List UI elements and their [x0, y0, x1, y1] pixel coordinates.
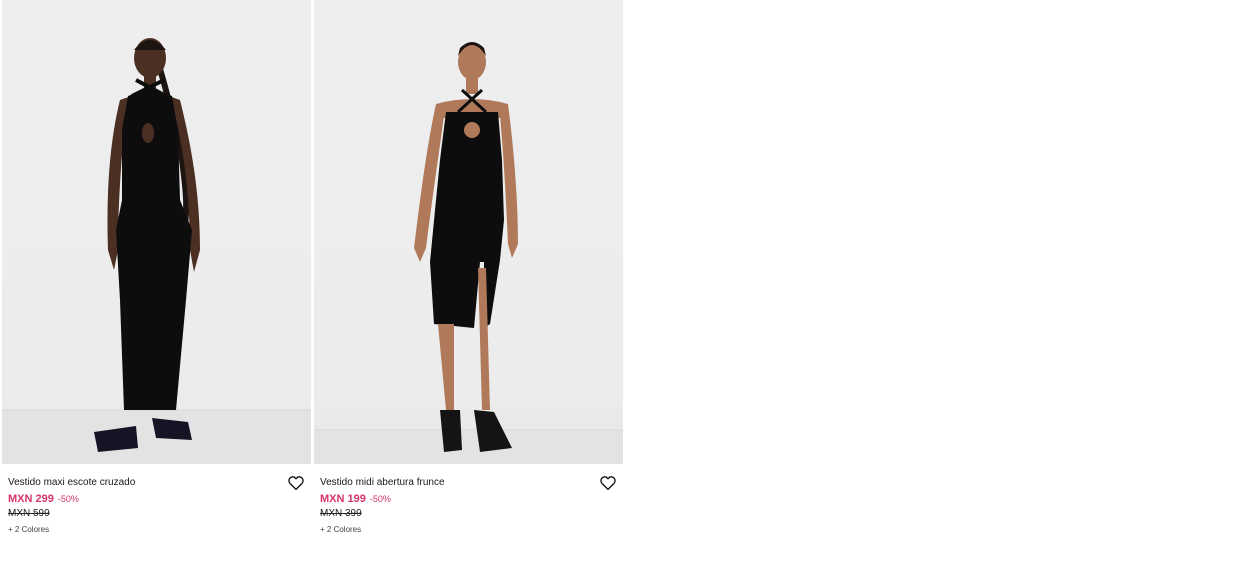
- heart-icon[interactable]: [287, 474, 305, 492]
- sale-price: MXN 199: [320, 493, 366, 505]
- maxi-dress-illustration: [2, 38, 311, 464]
- sale-price: MXN 299: [8, 493, 54, 505]
- color-count[interactable]: + 2 Colores: [8, 523, 305, 537]
- heart-icon[interactable]: [599, 474, 617, 492]
- product-grid: Vestido maxi escote cruzado MXN 299 -50%…: [2, 0, 623, 568]
- product-title[interactable]: Vestido midi abertura frunce: [320, 476, 580, 490]
- discount-badge: -50%: [57, 494, 79, 504]
- price-row: MXN 199 -50%: [320, 492, 617, 506]
- price-row: MXN 299 -50%: [8, 492, 305, 506]
- discount-badge: -50%: [369, 494, 391, 504]
- midi-dress-illustration: [314, 42, 623, 464]
- product-card[interactable]: Vestido maxi escote cruzado MXN 299 -50%…: [2, 0, 311, 568]
- product-info: Vestido maxi escote cruzado MXN 299 -50%…: [2, 464, 311, 568]
- original-price: MXN 399: [320, 508, 362, 519]
- color-count[interactable]: + 2 Colores: [320, 523, 617, 537]
- product-image[interactable]: [314, 0, 623, 464]
- product-image[interactable]: [2, 0, 311, 464]
- product-info: Vestido midi abertura frunce MXN 199 -50…: [314, 464, 623, 568]
- product-card[interactable]: Vestido midi abertura frunce MXN 199 -50…: [314, 0, 623, 568]
- product-title[interactable]: Vestido maxi escote cruzado: [8, 476, 268, 490]
- original-price: MXN 599: [8, 508, 50, 519]
